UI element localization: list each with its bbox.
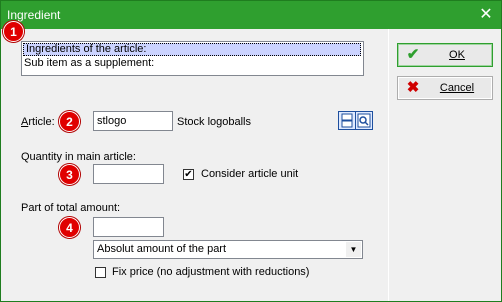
marker-3-badge: 3 [59,164,80,185]
checkmark-icon: ✔ [406,46,420,63]
chevron-down-icon[interactable]: ▼ [346,242,361,257]
part-type-select-value: Absolut amount of the part [97,243,227,255]
article-input-value: stlogo [97,115,127,127]
quantity-label: Quantity in main article: [21,151,136,163]
vertical-divider [388,29,389,301]
article-description: Stock logoballs [177,116,251,128]
cancel-button-label: Cancel [439,82,475,94]
quantity-input[interactable] [93,164,164,184]
part-type-select[interactable]: Absolut amount of the part ▼ [93,240,363,259]
title-bar: Ingredient ✕ [1,1,501,29]
ingredient-type-list[interactable]: Ingredients of the article: Sub item as … [21,41,364,76]
marker-1-badge: 1 [3,21,24,42]
window-title: Ingredient [7,8,61,22]
consider-unit-checkbox[interactable]: ✔ [183,169,194,180]
part-input[interactable] [93,217,164,237]
fix-price-checkbox[interactable] [95,267,106,278]
marker-2-badge: 2 [59,111,80,132]
part-label: Part of total amount: [21,202,121,214]
cross-icon: ✖ [406,79,420,96]
article-label: Article: [21,116,55,128]
list-item-sub-item[interactable]: Sub item as a supplement: [22,56,363,70]
search-icon[interactable] [355,111,373,130]
ok-button[interactable]: ✔ OK [397,43,493,67]
consider-unit-label: Consider article unit [201,168,299,180]
marker-4-badge: 4 [59,217,80,238]
list-item-ingredients[interactable]: Ingredients of the article: [23,43,361,56]
list-icon[interactable] [338,111,356,130]
ingredient-dialog: Ingredient ✕ Ingredients of the article:… [0,0,502,302]
cancel-button[interactable]: ✖ Cancel [397,76,493,100]
close-icon[interactable]: ✕ [471,1,501,29]
fix-price-label: Fix price (no adjustment with reductions… [112,266,310,278]
ok-button-label: OK [449,49,465,61]
article-input[interactable]: stlogo [93,111,173,131]
